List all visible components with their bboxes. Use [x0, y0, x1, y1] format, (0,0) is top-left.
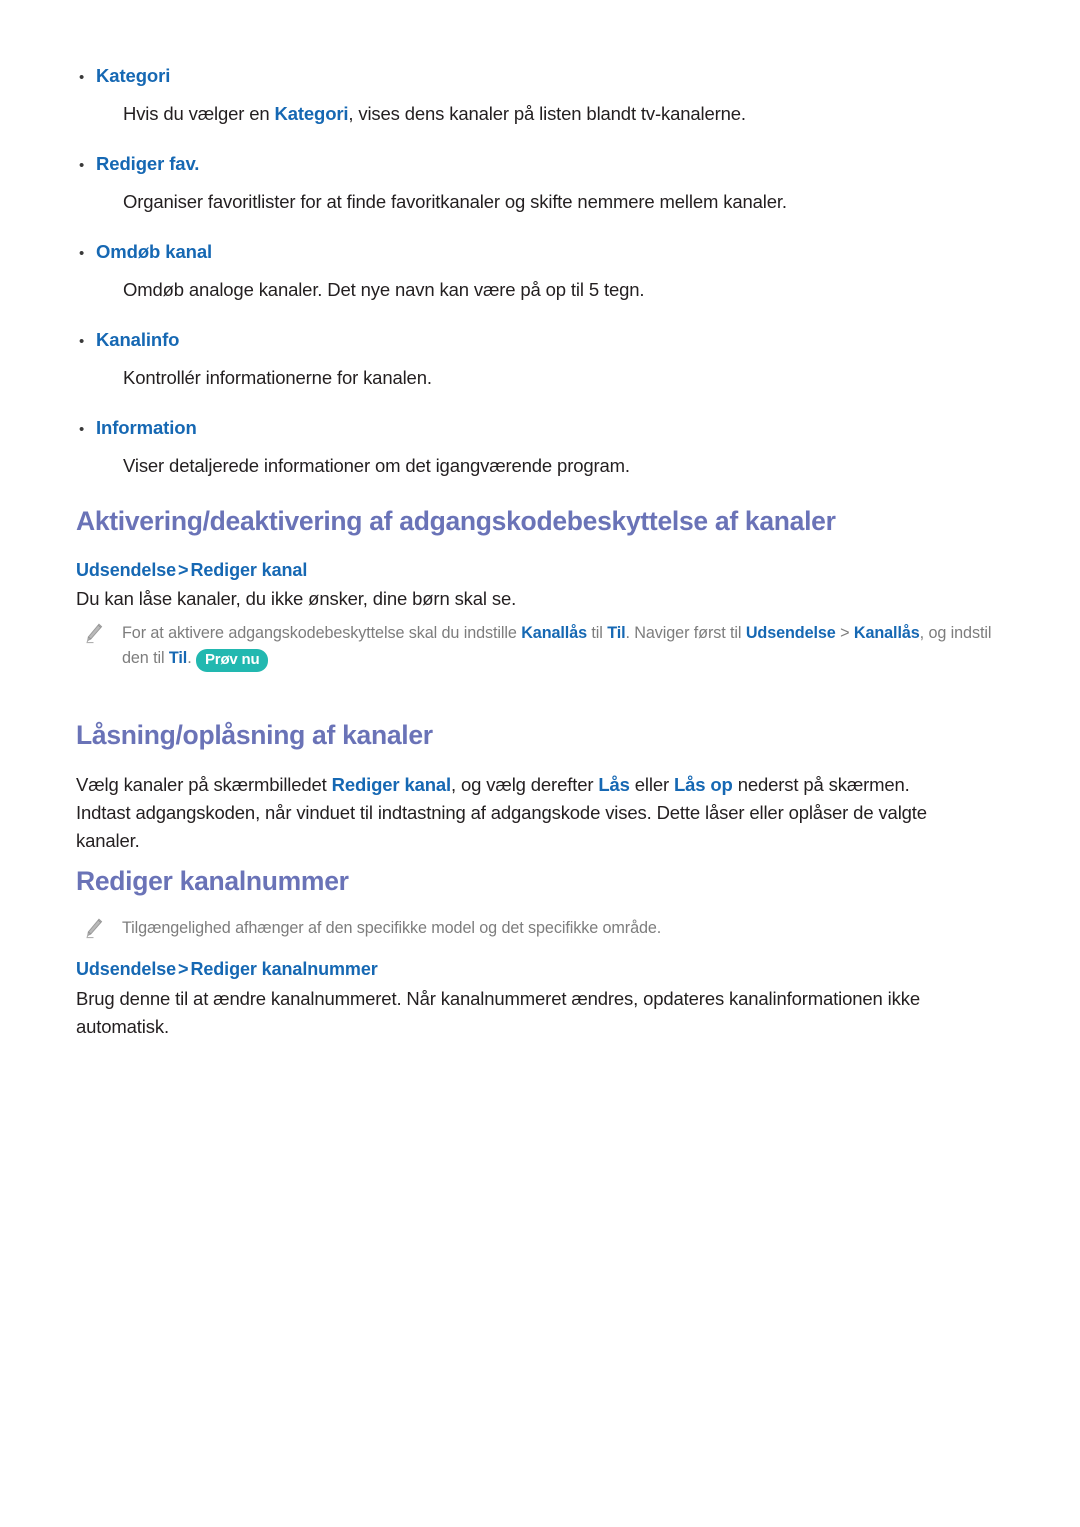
section-heading-edit-channel-number: Rediger kanalnummer [76, 866, 349, 896]
bullet-description: Omdøb analoge kanaler. Det nye navn kan … [123, 279, 645, 300]
note-term-udsendelse: Udsendelse [745, 624, 836, 642]
breadcrumb-item-rediger-kanalnummer[interactable]: Rediger kanalnummer [190, 959, 377, 979]
bullet-dot-icon: • [79, 333, 85, 350]
note-password-protection: For at aktivere adgangskodebeskyttelse s… [84, 621, 1004, 672]
bullet-row: • Omdøb kanal [76, 238, 1006, 268]
breadcrumb-rediger-kanalnummer: Udsendelse > Rediger kanalnummer [76, 956, 378, 982]
note-seg-1: For at aktivere adgangskodebeskyttelse s… [122, 624, 522, 642]
bullet-description: Kontrollér informationerne for kanalen. [123, 367, 432, 388]
note-text-availability: Tilgængelighed afhænger af den specifikk… [122, 919, 662, 937]
list-item: • Kanalinfo Kontrollér informationerne f… [76, 326, 1006, 392]
para2-term-las: Lås [598, 774, 630, 795]
bullet-dot-icon: • [79, 157, 85, 174]
bullet-description: Organiser favoritlister for at finde fav… [123, 191, 787, 212]
bullet-label-information: Information [96, 417, 197, 438]
para2-seg-3: eller [629, 774, 674, 795]
paragraph-lock-unlock: Vælg kanaler på skærmbilledet Rediger ka… [76, 771, 966, 855]
bullet-label-rediger-fav: Rediger fav. [96, 153, 200, 174]
pencil-icon [84, 621, 122, 649]
note-seg-3: . Naviger først til [625, 624, 746, 642]
paragraph-edit-channel-number: Brug denne til at ændre kanalnummeret. N… [76, 988, 920, 1037]
bullet-dot-icon: • [79, 421, 85, 438]
bullet-label-omdob-kanal: Omdøb kanal [96, 241, 213, 262]
para2-seg-1: Vælg kanaler på skærmbilledet [76, 774, 332, 795]
desc-text-pre: Hvis du vælger en [123, 103, 275, 124]
breadcrumb-item-udsendelse[interactable]: Udsendelse [76, 959, 176, 979]
bullet-dot-icon: • [79, 69, 85, 86]
breadcrumb-item-rediger-kanal[interactable]: Rediger kanal [190, 560, 307, 580]
paragraph-lock-channels: Du kan låse kanaler, du ikke ønsker, din… [76, 588, 517, 609]
document-page: • Kategori Hvis du vælger en Kategori, v… [0, 0, 1080, 1527]
list-item: • Information Viser detaljerede informat… [76, 414, 1006, 480]
breadcrumb-separator-icon: > [178, 959, 189, 979]
para2-seg-2: , og vælg derefter [451, 774, 599, 795]
list-item: • Rediger fav. Organiser favoritlister f… [76, 150, 1006, 216]
note-term-til-1: Til [607, 624, 626, 642]
bullet-row: • Rediger fav. [76, 150, 1006, 180]
desc-text-post: , vises dens kanaler på listen blandt tv… [348, 103, 746, 124]
desc-highlight-kategori: Kategori [274, 103, 349, 124]
feature-bullet-list: • Kategori Hvis du vælger en Kategori, v… [76, 62, 1006, 502]
bullet-row: • Information [76, 414, 1006, 444]
bullet-label-kanalinfo: Kanalinfo [96, 329, 180, 350]
note-term-kanallas-2: Kanallås [853, 624, 920, 642]
list-item: • Omdøb kanal Omdøb analoge kanaler. Det… [76, 238, 1006, 304]
breadcrumb-item-udsendelse[interactable]: Udsendelse [76, 560, 176, 580]
pencil-icon [84, 916, 122, 944]
section-heading-password-protection: Aktivering/deaktivering af adgangskodebe… [76, 506, 836, 536]
para2-term-las-op: Lås op [673, 774, 733, 795]
breadcrumb-rediger-kanal: Udsendelse > Rediger kanal [76, 557, 307, 583]
try-now-badge[interactable]: Prøv nu [196, 649, 269, 672]
bullet-label-kategori: Kategori [96, 65, 171, 86]
section-heading-lock-unlock: Låsning/oplåsning af kanaler [76, 720, 433, 750]
list-item: • Kategori Hvis du vælger en Kategori, v… [76, 62, 1006, 128]
bullet-row: • Kategori [76, 62, 1006, 92]
bullet-row: • Kanalinfo [76, 326, 1006, 356]
para2-term-rediger-kanal: Rediger kanal [331, 774, 452, 795]
note-availability: Tilgængelighed afhænger af den specifikk… [84, 916, 884, 944]
bullet-description: Viser detaljerede informationer om det i… [123, 455, 630, 476]
bullet-description: Hvis du vælger en Kategori, vises dens k… [123, 100, 1006, 128]
note-text-password-protection: For at aktivere adgangskodebeskyttelse s… [122, 621, 1004, 672]
bullet-dot-icon: • [79, 245, 85, 262]
note-seg-6: . [187, 649, 196, 667]
note-term-til-2: Til [168, 649, 188, 667]
note-term-kanallas-1: Kanallås [521, 624, 588, 642]
note-seg-4: > [835, 624, 854, 642]
note-seg-2: til [587, 624, 608, 642]
breadcrumb-separator-icon: > [178, 560, 189, 580]
